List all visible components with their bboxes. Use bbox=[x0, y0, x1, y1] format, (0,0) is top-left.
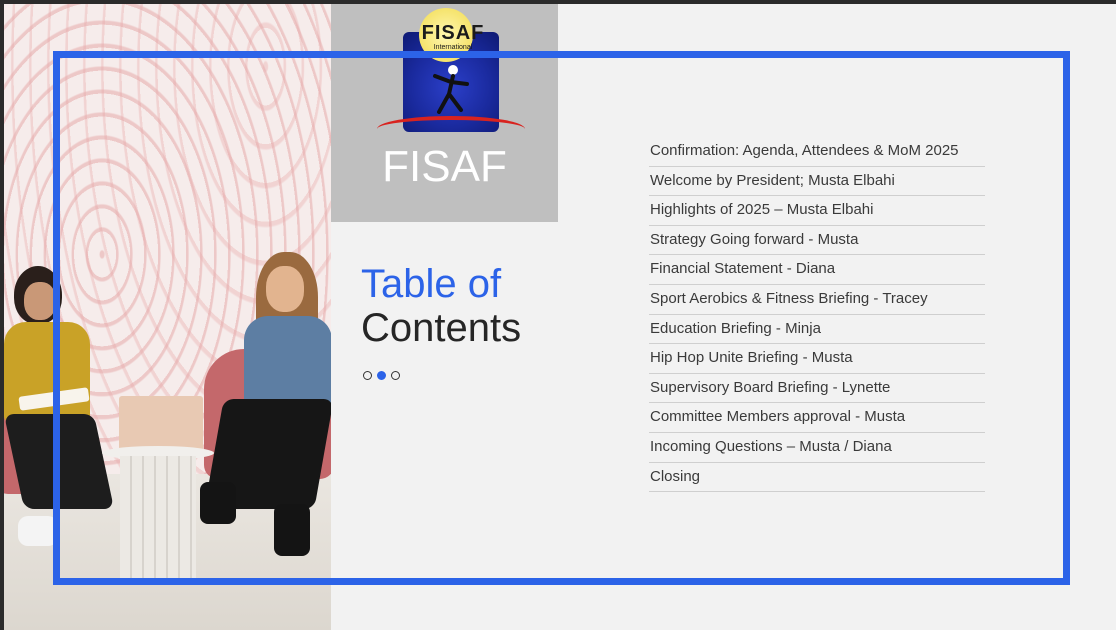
person-left-face bbox=[24, 282, 56, 320]
page-title: Table of Contents bbox=[361, 262, 521, 350]
list-item: Committee Members approval - Musta bbox=[649, 403, 985, 433]
laptop bbox=[119, 396, 203, 452]
list-item: Hip Hop Unite Briefing - Musta bbox=[649, 344, 985, 374]
pager-dot bbox=[363, 371, 372, 380]
logo-title: FISAF bbox=[382, 142, 507, 191]
person-left-legs bbox=[4, 414, 115, 509]
person-right-jacket bbox=[244, 316, 331, 408]
logo-swoosh bbox=[377, 116, 525, 142]
list-item: Financial Statement - Diana bbox=[649, 255, 985, 285]
agenda-list: Confirmation: Agenda, Attendees & MoM 20… bbox=[649, 137, 985, 493]
slide: FISAF International FISAF Table of Conte… bbox=[4, 4, 1116, 630]
pager-dot bbox=[377, 371, 386, 380]
logo-emblem-subtext: International bbox=[433, 44, 473, 51]
person-left-shoe bbox=[18, 516, 58, 546]
logo-block: FISAF International FISAF bbox=[331, 4, 558, 222]
page-title-line2: Contents bbox=[361, 306, 522, 350]
person-right-face bbox=[266, 266, 304, 312]
list-item: Closing bbox=[649, 463, 985, 493]
pager-dot bbox=[391, 371, 400, 380]
logo-emblem-text: FISAF bbox=[421, 22, 485, 44]
hero-photo bbox=[4, 4, 331, 630]
list-item: Education Briefing - Minja bbox=[649, 315, 985, 345]
list-item: Incoming Questions – Musta / Diana bbox=[649, 433, 985, 463]
person-right-boot bbox=[200, 482, 236, 524]
list-item: Strategy Going forward - Musta bbox=[649, 226, 985, 256]
list-item: Highlights of 2025 – Musta Elbahi bbox=[649, 196, 985, 226]
list-item: Confirmation: Agenda, Attendees & MoM 20… bbox=[649, 137, 985, 167]
list-item: Supervisory Board Briefing - Lynette bbox=[649, 374, 985, 404]
page-title-line1: Table of bbox=[361, 262, 502, 306]
person-right-boot bbox=[274, 504, 310, 556]
logo-athlete-icon bbox=[433, 65, 469, 114]
list-item: Welcome by President; Musta Elbahi bbox=[649, 167, 985, 197]
side-table-base bbox=[120, 456, 196, 578]
pager-dots bbox=[363, 371, 400, 380]
list-item: Sport Aerobics & Fitness Briefing - Trac… bbox=[649, 285, 985, 315]
